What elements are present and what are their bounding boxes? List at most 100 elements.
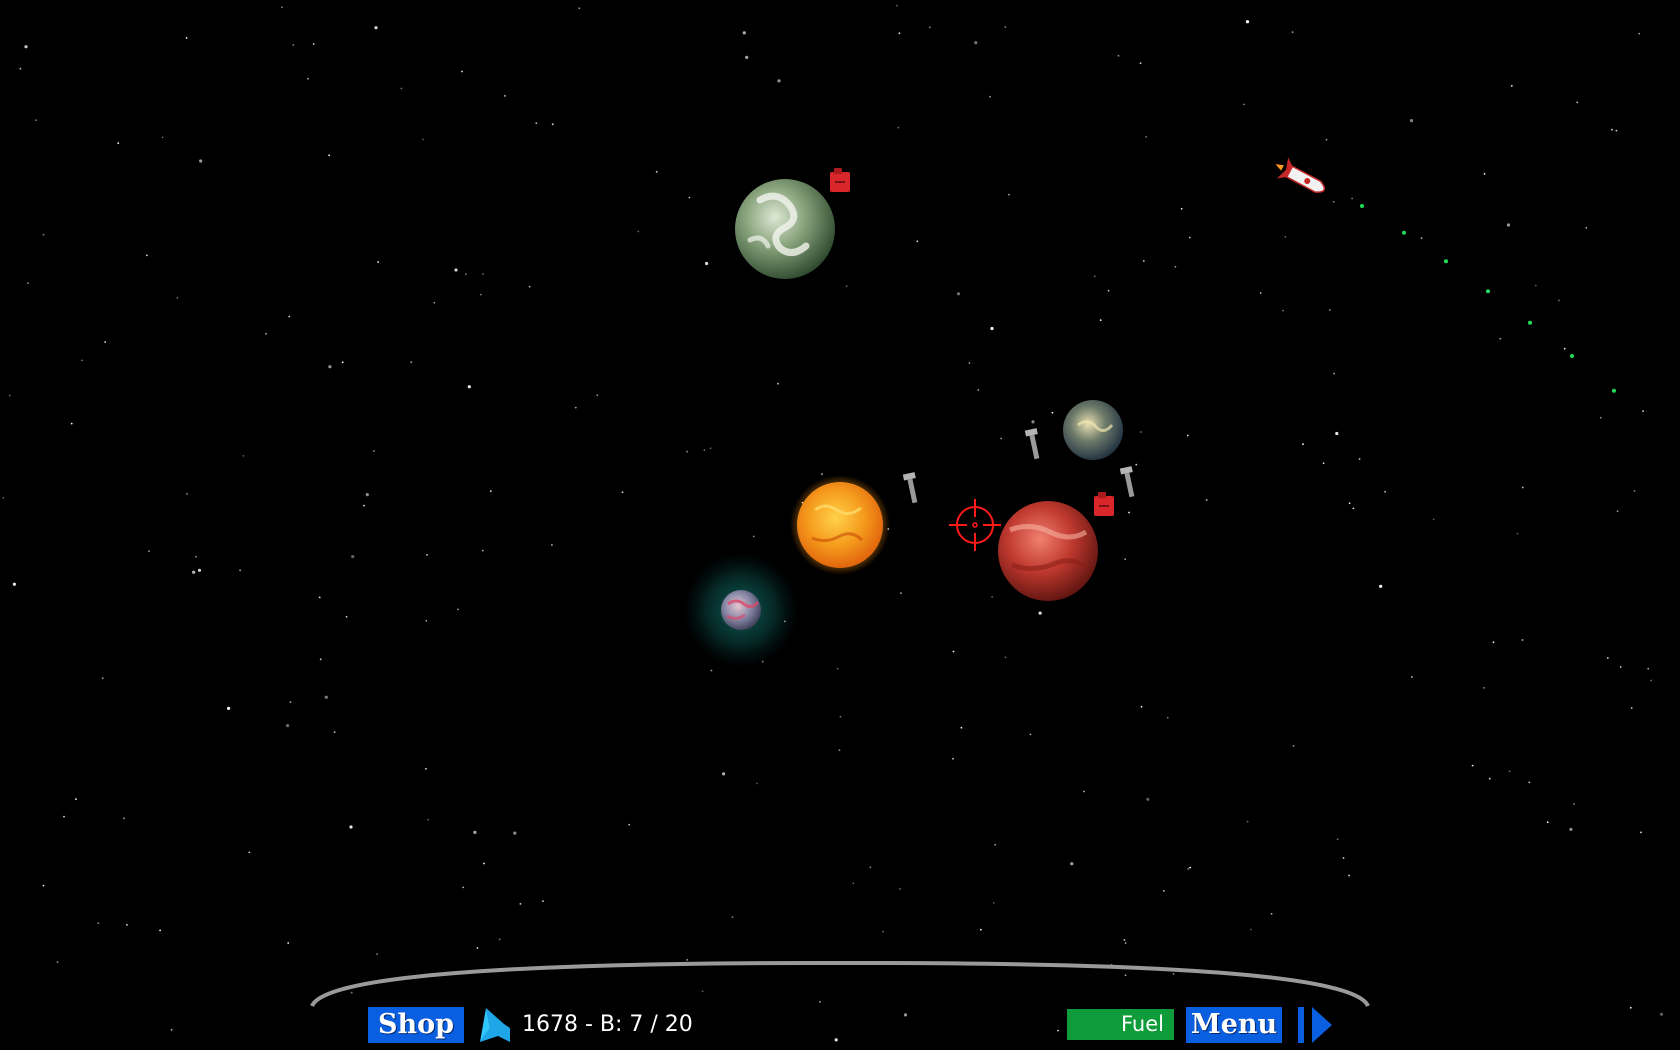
star [1117, 54, 1120, 57]
star [992, 902, 995, 904]
star [24, 45, 28, 49]
star [1492, 641, 1495, 644]
star [1038, 611, 1042, 615]
star [170, 1028, 173, 1031]
star [473, 830, 477, 835]
star [1140, 431, 1142, 433]
star [433, 301, 436, 304]
star [376, 953, 378, 955]
star [1420, 237, 1423, 240]
star [1070, 862, 1074, 866]
star [1186, 434, 1189, 437]
star [928, 26, 931, 29]
play-icon[interactable] [1298, 1006, 1334, 1044]
star [377, 261, 379, 263]
star [427, 818, 430, 821]
bolt-icon [902, 472, 918, 504]
fuel-gauge: Fuel [1067, 1009, 1174, 1040]
star [328, 365, 332, 369]
star [185, 37, 188, 39]
star [1516, 532, 1519, 535]
star [426, 554, 428, 556]
star [148, 550, 150, 553]
earth-planet [1063, 400, 1123, 460]
star [1573, 803, 1575, 805]
star [265, 332, 267, 335]
star [425, 619, 428, 622]
star [1325, 138, 1328, 141]
star [1409, 119, 1414, 123]
star [968, 362, 971, 364]
star [410, 361, 413, 363]
star [960, 726, 963, 729]
star [637, 230, 640, 233]
star [705, 261, 709, 266]
star [462, 886, 465, 889]
star [104, 341, 107, 343]
star [1629, 1006, 1632, 1009]
star [422, 138, 424, 141]
star [990, 326, 994, 331]
star [1521, 639, 1524, 641]
star [286, 724, 290, 728]
star [349, 825, 353, 829]
star [464, 273, 467, 276]
trail-dot [1402, 230, 1406, 235]
crosshair-icon[interactable] [949, 499, 1001, 551]
star [1563, 347, 1566, 350]
star [248, 851, 251, 854]
star [1348, 874, 1350, 877]
star [836, 667, 839, 670]
star [1410, 676, 1413, 678]
star [1099, 319, 1102, 321]
star [1205, 499, 1208, 501]
star [756, 782, 758, 785]
star [307, 77, 309, 80]
star [1004, 656, 1007, 659]
star [1483, 173, 1486, 175]
star [686, 450, 688, 453]
star [483, 862, 485, 865]
red-planet [998, 501, 1098, 601]
star [980, 928, 982, 931]
star [1145, 136, 1147, 138]
star [1352, 507, 1355, 510]
star [838, 749, 841, 752]
star [489, 490, 492, 492]
star [896, 4, 898, 7]
menu-button[interactable]: Menu [1186, 1007, 1282, 1043]
star [70, 422, 73, 425]
star [834, 1038, 838, 1042]
star [952, 650, 955, 653]
star [731, 916, 734, 918]
star [1282, 309, 1284, 312]
star [1328, 309, 1331, 311]
star [81, 359, 83, 362]
star [319, 658, 322, 661]
star [1630, 707, 1633, 709]
star [1123, 939, 1126, 941]
star [1051, 411, 1054, 414]
game-scene[interactable] [0, 0, 1680, 1050]
star [195, 555, 197, 558]
star [1348, 502, 1351, 505]
star [498, 938, 501, 941]
star [821, 473, 823, 475]
star [1284, 235, 1287, 238]
star [8, 394, 11, 397]
star [1650, 679, 1652, 682]
star [365, 493, 369, 497]
star [1146, 797, 1150, 801]
rocket-ship-icon[interactable] [1270, 154, 1330, 201]
shop-button[interactable]: Shop [368, 1007, 464, 1043]
star [1322, 462, 1325, 465]
star [1647, 667, 1650, 670]
star [1135, 463, 1138, 466]
star [519, 903, 522, 905]
star [101, 677, 104, 679]
star [227, 706, 231, 711]
star [1093, 275, 1096, 278]
star [513, 831, 517, 835]
star [845, 285, 848, 288]
star [374, 26, 378, 30]
